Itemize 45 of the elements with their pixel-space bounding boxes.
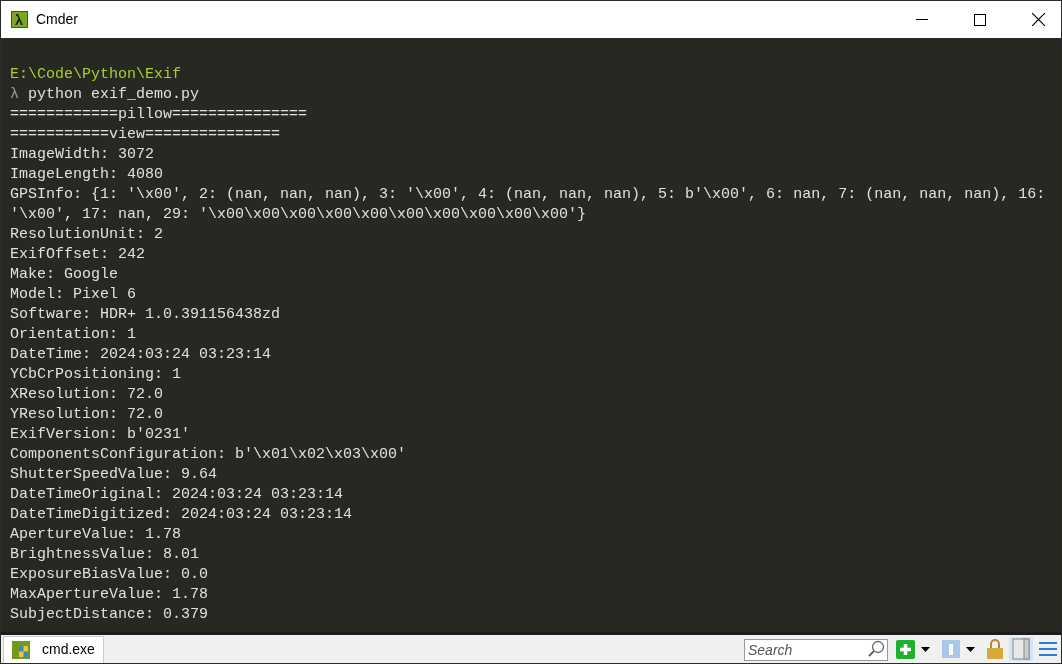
output-line: XResolution: 72.0 — [10, 386, 164, 403]
output-line: MaxApertureValue: 1.78 — [10, 586, 209, 603]
output-line: Software: HDR+ 1.0.391156438zd — [10, 306, 281, 323]
window-title: Cmder — [36, 10, 78, 29]
output-line: ComponentsConfiguration: b'\x01\x02\x03\x00' — [10, 446, 407, 463]
console-number-icon[interactable] — [942, 640, 960, 658]
terminal-icon — [12, 640, 30, 659]
menu-icon[interactable] — [1039, 641, 1057, 657]
output-line: SubjectDistance: 0.379 — [10, 606, 209, 623]
maximize-icon — [974, 13, 986, 26]
output-line: '\x00', 17: nan, 29: '\x00\x00\x00\x00\x00\x00\x00\x00\x00\x00'} — [10, 206, 587, 223]
prompt-symbol: λ — [10, 86, 19, 103]
output-line: ===========view=============== — [10, 126, 281, 143]
search-icon — [868, 640, 885, 657]
console-tab[interactable]: cmd.exe — [3, 635, 104, 663]
directory-path: E:\Code\Python\Exif — [10, 66, 182, 83]
output-line: GPSInfo: {1: '\x00', 2: (nan, nan, nan), 3: '\x00', 4: (nan, nan, nan), 5: b'\x00', 6: nan, 7: (nan, nan, nan), 16: — [10, 186, 1046, 203]
command-text: python exif_demo.py — [28, 86, 200, 103]
output-line: DateTimeOriginal: 2024:03:24 03:23:14 — [10, 486, 344, 503]
caret-icon[interactable] — [921, 646, 930, 652]
output-line: ApertureValue: 1.78 — [10, 526, 182, 543]
output-line: ResolutionUnit: 2 — [10, 226, 164, 243]
output-line: DateTimeDigitized: 2024:03:24 03:23:14 — [10, 506, 353, 523]
output-line: ============pillow=============== — [10, 106, 308, 123]
output-line: YResolution: 72.0 — [10, 406, 164, 423]
search-field[interactable]: Search — [744, 639, 888, 661]
add-console-icon[interactable] — [896, 639, 915, 659]
output-line: ImageLength: 4080 — [10, 166, 164, 183]
close-icon — [1031, 13, 1045, 26]
lambda-icon — [11, 11, 28, 28]
minimize-icon — [916, 18, 928, 21]
output-line: Make: Google — [10, 266, 119, 283]
output-line: ExifOffset: 242 — [10, 246, 146, 263]
output-line: ImageWidth: 3072 — [10, 146, 155, 163]
output-line: DateTime: 2024:03:24 03:23:14 — [10, 346, 272, 363]
output-line: ShutterSpeedValue: 9.64 — [10, 466, 218, 483]
output-line: YCbCrPositioning: 1 — [10, 366, 182, 383]
output-line: Model: Pixel 6 — [10, 286, 137, 303]
output-line: Orientation: 1 — [10, 326, 137, 343]
output-line: BrightnessValue: 8.01 — [10, 546, 200, 563]
split-view-icon[interactable] — [1009, 637, 1033, 661]
output-line: ExposureBiasValue: 0.0 — [10, 566, 209, 583]
caret-icon[interactable] — [966, 646, 975, 652]
lock-icon[interactable] — [987, 639, 1003, 659]
output-line: ExifVersion: b'0231' — [10, 426, 191, 443]
